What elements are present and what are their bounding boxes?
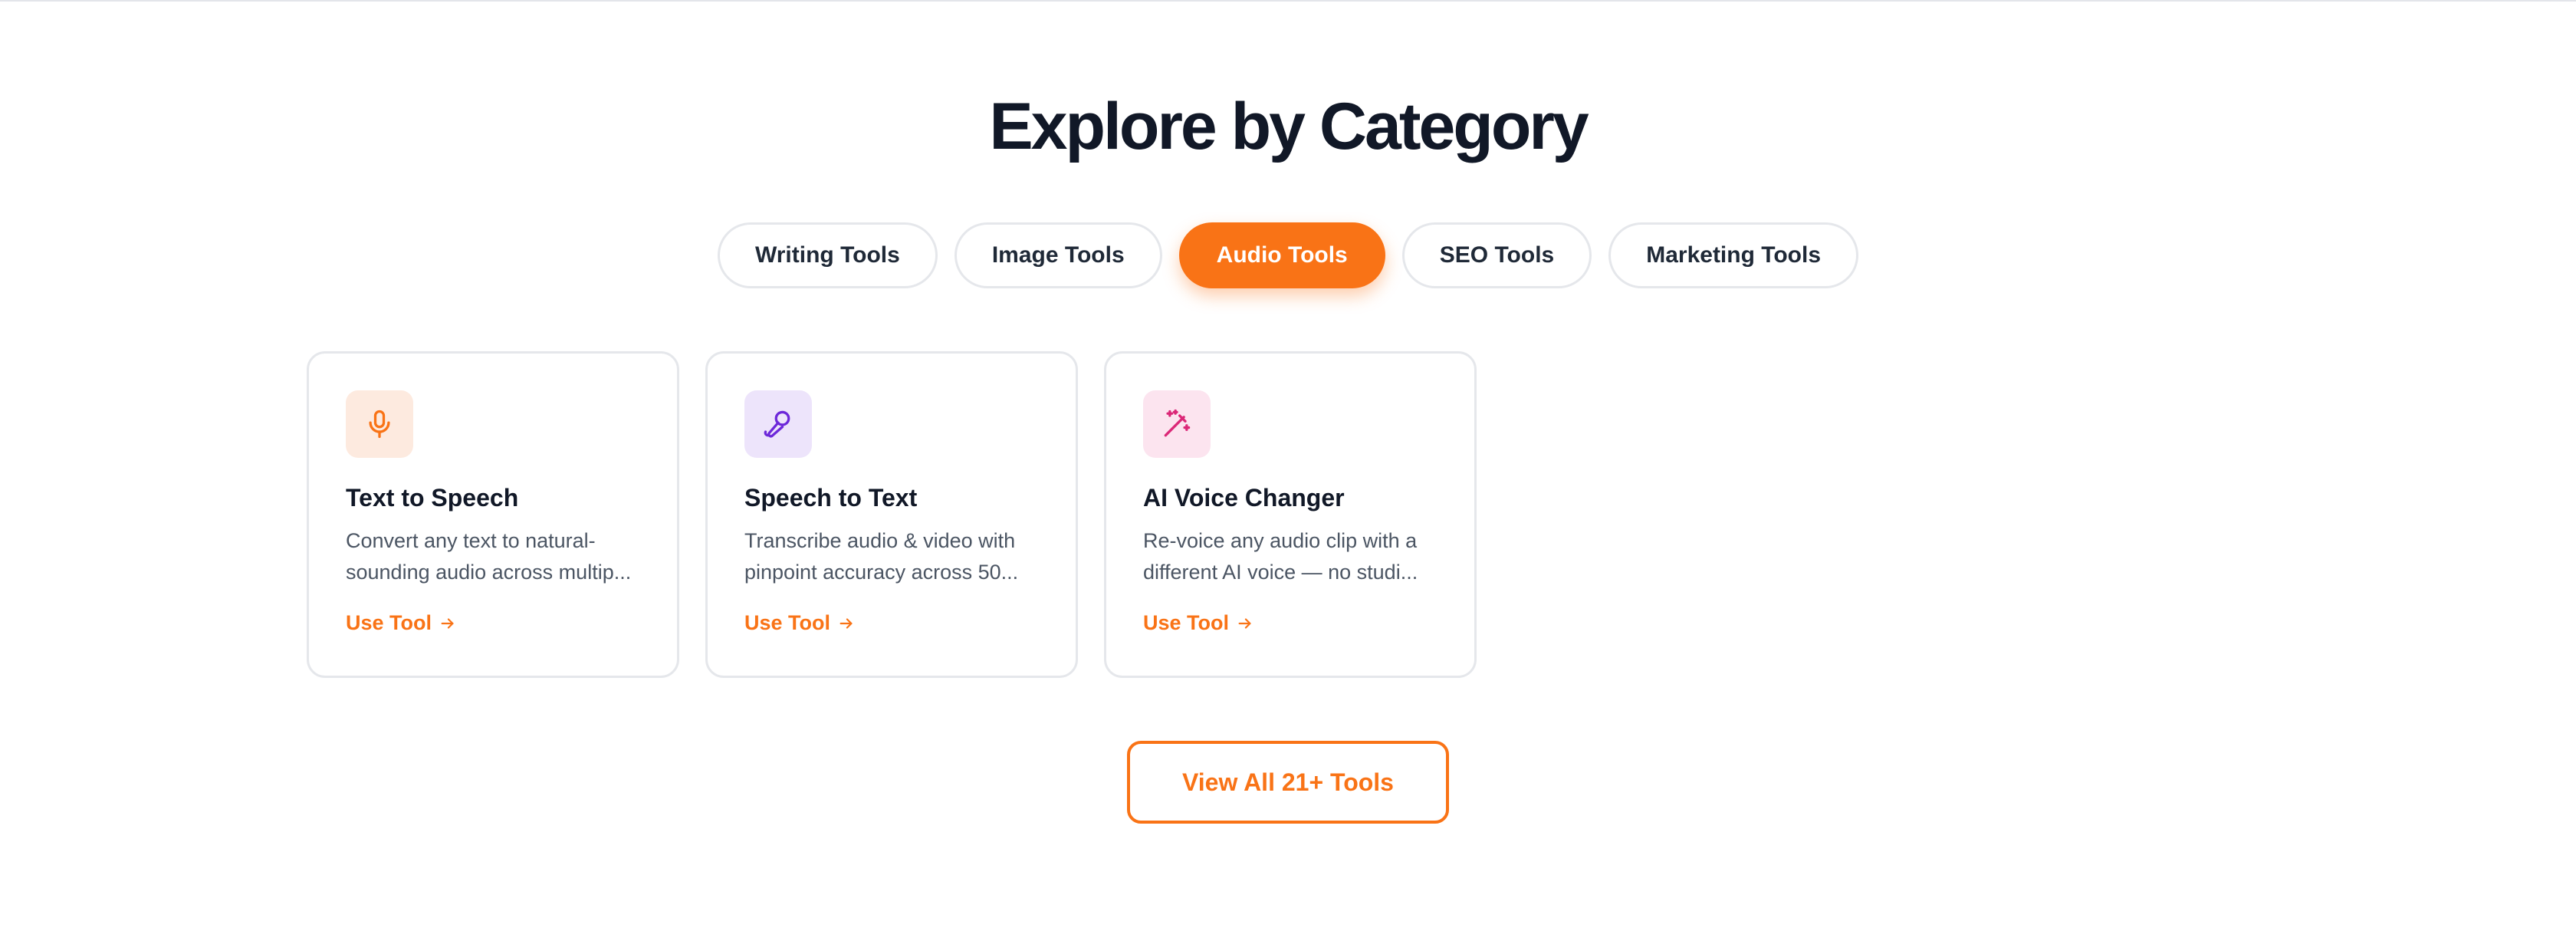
tab-audio-tools[interactable]: Audio Tools xyxy=(1178,222,1385,288)
tab-seo-tools[interactable]: SEO Tools xyxy=(1401,222,1592,288)
mic-pen-icon xyxy=(764,410,790,438)
arrow-right-icon xyxy=(1238,617,1251,629)
tab-image-tools[interactable]: Image Tools xyxy=(954,222,1162,288)
tool-card-text-to-speech[interactable]: Text to Speech Convert any text to natur… xyxy=(307,351,679,678)
page: Explore by Category Writing Tools Image … xyxy=(0,0,2576,931)
use-tool-link[interactable]: Use Tool xyxy=(346,611,456,635)
arrow-right-icon xyxy=(840,617,853,629)
tab-marketing-tools[interactable]: Marketing Tools xyxy=(1608,222,1859,288)
card-description: Convert any text to natural-sounding aud… xyxy=(346,529,632,584)
section-title: Explore by Category xyxy=(989,90,1589,163)
card-title: Speech to Text xyxy=(744,484,918,512)
icon-tile xyxy=(346,390,413,458)
card-title: AI Voice Changer xyxy=(1143,484,1345,512)
category-tabs: Writing Tools Image Tools Audio Tools SE… xyxy=(0,222,2576,288)
tool-cards: Text to Speech Convert any text to natur… xyxy=(307,351,1477,678)
icon-tile xyxy=(744,390,812,458)
magic-wand-icon xyxy=(1164,409,1191,437)
view-all-tools-button[interactable]: View All 21+ Tools xyxy=(1127,741,1449,824)
top-divider xyxy=(0,0,2576,2)
microphone-icon xyxy=(369,410,390,439)
card-description: Transcribe audio & video with pinpoint a… xyxy=(744,529,1019,584)
use-tool-label: Use Tool xyxy=(1143,611,1230,634)
tab-writing-tools[interactable]: Writing Tools xyxy=(717,222,938,288)
use-tool-label: Use Tool xyxy=(744,611,831,634)
arrow-right-icon xyxy=(441,617,454,629)
card-title: Text to Speech xyxy=(346,484,519,512)
use-tool-link[interactable]: Use Tool xyxy=(1143,611,1254,635)
tool-card-speech-to-text[interactable]: Speech to Text Transcribe audio & video … xyxy=(705,351,1078,678)
card-description: Re-voice any audio clip with a different… xyxy=(1143,529,1418,584)
use-tool-label: Use Tool xyxy=(346,611,432,634)
icon-tile xyxy=(1143,390,1211,458)
use-tool-link[interactable]: Use Tool xyxy=(744,611,855,635)
tool-card-ai-voice-changer[interactable]: AI Voice Changer Re-voice any audio clip… xyxy=(1104,351,1477,678)
